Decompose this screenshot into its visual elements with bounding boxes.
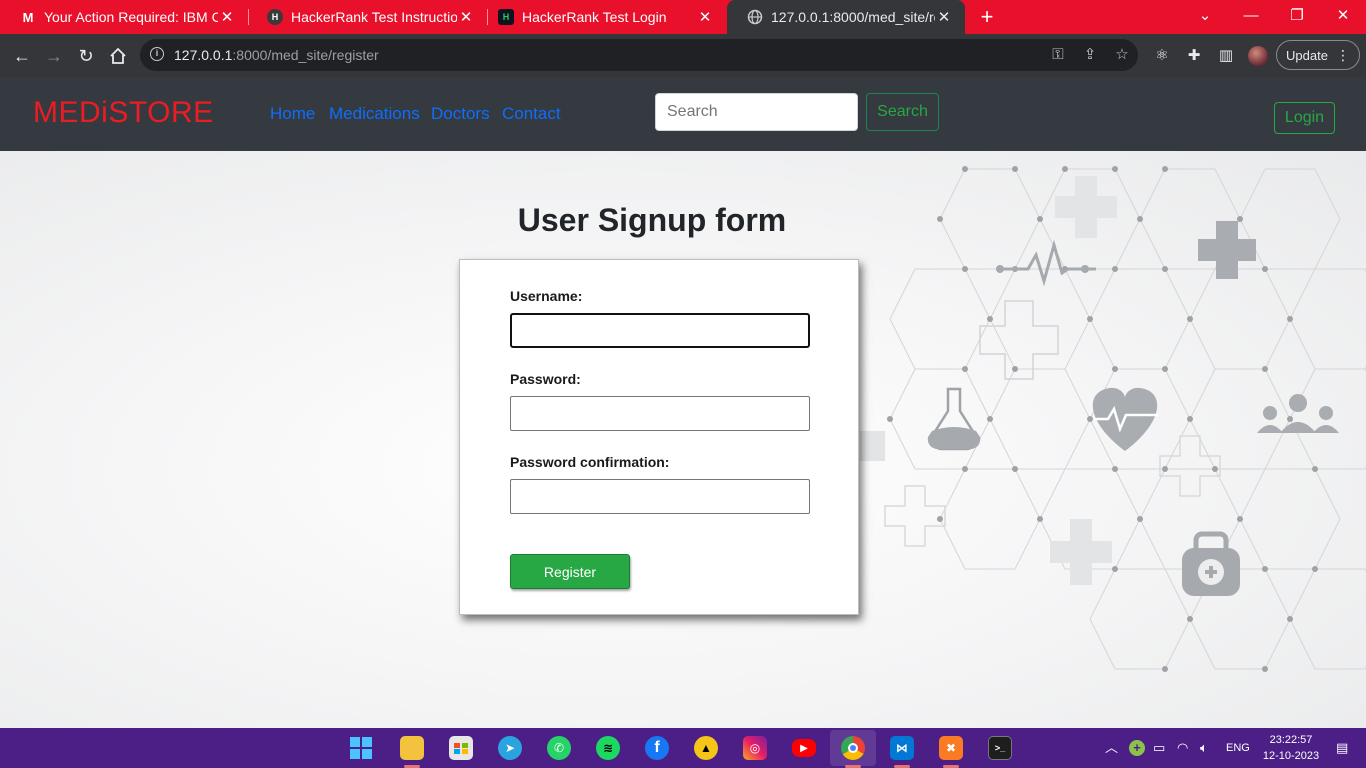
password-input[interactable] bbox=[510, 396, 810, 431]
close-icon[interactable]: ✕ bbox=[457, 8, 475, 26]
profile-avatar[interactable] bbox=[1248, 46, 1268, 66]
telegram-icon[interactable]: ➤ bbox=[498, 736, 522, 760]
clock-date: 12-10-2023 bbox=[1262, 750, 1320, 762]
terminal-icon[interactable]: >_ bbox=[988, 736, 1012, 760]
nav-link-doctors[interactable]: Doctors bbox=[431, 104, 490, 124]
tab-register-active[interactable]: 127.0.0.1:8000/med_site/regis ✕ bbox=[727, 0, 965, 34]
password-label: Password: bbox=[510, 371, 581, 387]
tab-hackerrank-instructions[interactable]: H HackerRank Test Instructions ✕ bbox=[247, 0, 487, 34]
tab-title: Your Action Required: IBM Co bbox=[44, 9, 218, 25]
search-input[interactable] bbox=[655, 93, 858, 131]
chrome-icon[interactable] bbox=[841, 736, 865, 760]
xampp-icon[interactable]: ✖ bbox=[939, 736, 963, 760]
file-explorer-icon[interactable] bbox=[400, 736, 424, 760]
login-button[interactable]: Login bbox=[1274, 102, 1335, 134]
username-input[interactable] bbox=[510, 313, 810, 348]
start-icon[interactable] bbox=[349, 736, 373, 760]
share-icon[interactable]: ⇪ bbox=[1080, 45, 1100, 65]
microsoft-store-icon[interactable] bbox=[449, 736, 473, 760]
tab-title: HackerRank Test Login bbox=[522, 9, 667, 25]
brand-logo[interactable]: MEDiSTORE bbox=[33, 96, 214, 130]
clock-time: 23:22:57 bbox=[1269, 734, 1313, 746]
notification-icon[interactable]: ▤ bbox=[1336, 740, 1348, 756]
close-icon[interactable]: ✕ bbox=[696, 8, 714, 26]
main-content: User Signup form Username: Password: Pas… bbox=[0, 151, 1366, 728]
bookmark-star-icon[interactable]: ☆ bbox=[1112, 45, 1132, 65]
volume-icon[interactable]: 🔈︎ bbox=[1200, 740, 1208, 756]
tab-title: 127.0.0.1:8000/med_site/regis bbox=[771, 9, 935, 25]
browser-toolbar: ← → ↻ i 127.0.0.1:8000/med_site/register… bbox=[0, 34, 1366, 77]
url-path: :8000/med_site/register bbox=[232, 47, 379, 63]
facebook-icon[interactable]: f bbox=[645, 736, 669, 760]
forward-icon[interactable]: → bbox=[40, 42, 68, 70]
extension-icon[interactable]: ⚛ bbox=[1152, 46, 1172, 66]
hackerrank-icon: H bbox=[498, 9, 514, 25]
close-icon[interactable]: ✕ bbox=[218, 8, 236, 26]
whatsapp-icon[interactable]: ✆ bbox=[547, 736, 571, 760]
app-icon[interactable]: ▲ bbox=[694, 736, 718, 760]
language-indicator[interactable]: ENG bbox=[1226, 740, 1250, 756]
tray-app-icon[interactable]: + bbox=[1129, 740, 1145, 756]
back-icon[interactable]: ← bbox=[8, 42, 36, 70]
close-icon[interactable]: ✕ bbox=[935, 8, 953, 26]
password-confirmation-input[interactable] bbox=[510, 479, 810, 514]
site-info-icon[interactable]: i bbox=[150, 47, 164, 61]
tab-gmail[interactable]: M Your Action Required: IBM Co ✕ bbox=[0, 0, 248, 34]
wifi-icon[interactable]: ◠ bbox=[1177, 740, 1188, 756]
username-label: Username: bbox=[510, 288, 583, 304]
youtube-icon[interactable]: ▶ bbox=[792, 739, 816, 757]
url-text: 127.0.0.1:8000/med_site/register bbox=[174, 47, 379, 63]
password-confirmation-label: Password confirmation: bbox=[510, 454, 670, 470]
browser-tab-strip: M Your Action Required: IBM Co ✕ H Hacke… bbox=[0, 0, 1366, 34]
globe-icon bbox=[747, 9, 763, 25]
hackerrank-icon: H bbox=[267, 9, 283, 25]
tab-hackerrank-login[interactable]: H HackerRank Test Login ✕ bbox=[478, 0, 726, 34]
new-tab-icon[interactable]: + bbox=[976, 3, 998, 31]
search-button[interactable]: Search bbox=[866, 93, 939, 131]
signup-form-card: Username: Password: Password confirmatio… bbox=[459, 259, 859, 615]
nav-link-medications[interactable]: Medications bbox=[329, 104, 420, 124]
show-hidden-icons-icon[interactable]: ︿ bbox=[1105, 740, 1118, 756]
update-label: Update bbox=[1286, 47, 1328, 63]
key-icon[interactable]: ⚿ bbox=[1048, 45, 1068, 65]
url-host: 127.0.0.1 bbox=[174, 47, 233, 63]
minimize-icon[interactable]: — bbox=[1228, 0, 1274, 34]
more-menu-icon: ⋮ bbox=[1335, 47, 1350, 63]
reload-icon[interactable]: ↻ bbox=[72, 42, 100, 70]
restore-icon[interactable]: ❐ bbox=[1274, 0, 1320, 34]
tab-search-icon[interactable]: ⌄ bbox=[1182, 0, 1228, 34]
system-clock[interactable]: 23:22:57 12-10-2023 bbox=[1258, 732, 1324, 764]
update-button[interactable]: Update ⋮ bbox=[1276, 40, 1360, 70]
tab-title: HackerRank Test Instructions bbox=[291, 9, 457, 25]
instagram-icon[interactable]: ◎ bbox=[743, 736, 767, 760]
window-close-icon[interactable]: ✕ bbox=[1320, 0, 1366, 34]
battery-icon[interactable]: ▭ bbox=[1153, 740, 1165, 756]
side-panel-icon[interactable]: ▥ bbox=[1216, 46, 1236, 66]
nav-link-contact[interactable]: Contact bbox=[502, 104, 561, 124]
nav-link-home[interactable]: Home bbox=[270, 104, 315, 124]
register-button[interactable]: Register bbox=[510, 554, 630, 589]
home-icon[interactable] bbox=[104, 42, 132, 70]
site-navbar: MEDiSTORE Home Medications Doctors Conta… bbox=[0, 77, 1366, 151]
windows-taskbar: ➤ ✆ ≋ f ▲ ◎ ▶ ⋈ ✖ >_ ︿ + ▭ ◠ 🔈︎ ENG 23:2… bbox=[0, 728, 1366, 768]
page-title: User Signup form bbox=[517, 202, 787, 238]
vscode-icon[interactable]: ⋈ bbox=[890, 736, 914, 760]
spotify-icon[interactable]: ≋ bbox=[596, 736, 620, 760]
gmail-icon: M bbox=[22, 9, 34, 25]
address-bar[interactable]: i 127.0.0.1:8000/med_site/register ⚿ ⇪ ☆ bbox=[140, 39, 1138, 71]
extensions-puzzle-icon[interactable]: ✚ bbox=[1184, 46, 1204, 66]
